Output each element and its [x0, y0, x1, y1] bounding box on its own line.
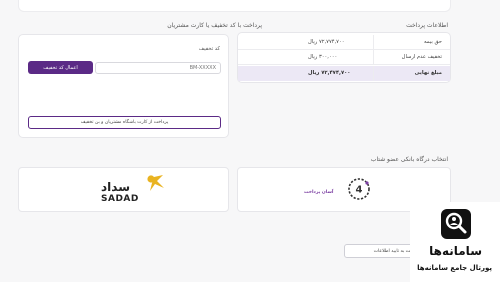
- sadad-latin-logo: SADAD: [101, 194, 139, 204]
- premium-value: ۷۲,۷۷۴,۷۰۰ ریال: [308, 39, 345, 45]
- payment-row-total: مبلغ نهایی ۷۲,۴۷۴,۷۰۰ ریال: [238, 66, 450, 81]
- sadad-star-icon: [147, 175, 164, 191]
- discount-code-label: کد تخفیف: [198, 46, 220, 52]
- watermark-brand: سامانه‌ها: [429, 244, 482, 258]
- discount-value: ۳۰۰,۰۰۰ ریال: [308, 54, 338, 60]
- magnifier-logo-icon: [441, 209, 471, 239]
- bank-gateway-title: انتخاب درگاه بانکی عضو شتاب: [370, 156, 448, 163]
- payment-row: تخفیف عدم ارسال ۳۰۰,۰۰۰ ریال: [238, 50, 450, 65]
- row-divider: [373, 66, 374, 81]
- discount-code-input[interactable]: [95, 62, 221, 74]
- payment-row: حق بیمه ۷۲,۷۷۴,۷۰۰ ریال: [238, 35, 450, 50]
- row-divider: [373, 35, 374, 49]
- premium-label: حق بیمه: [424, 39, 442, 45]
- row-divider: [373, 50, 374, 64]
- sadad-gateway-option[interactable]: سداد SADAD: [18, 167, 229, 212]
- payment-info-title: اطلاعات پرداخت: [406, 22, 448, 29]
- discount-label: تخفیف عدم ارسال: [401, 54, 442, 60]
- total-label: مبلغ نهایی: [414, 70, 442, 76]
- discount-section-title: پرداخت با کد تخفیف یا کارت مشتریان: [167, 22, 262, 29]
- top-bar: [18, 0, 451, 12]
- discount-card: کد تخفیف اعمال کد تخفیف پرداخت از کارت ب…: [18, 34, 229, 138]
- sadad-persian-logo: سداد: [101, 180, 131, 194]
- club-card-button[interactable]: پرداخت از کارت باشگاه مشتریان و بن تخفیف: [28, 116, 221, 129]
- svg-text:4: 4: [356, 185, 363, 196]
- apply-discount-button[interactable]: اعمال کد تخفیف: [28, 61, 93, 74]
- total-value: ۷۲,۴۷۴,۷۰۰ ریال: [308, 70, 351, 76]
- watermark-badge: سامانه‌ها پورتال جامع سامانه‌ها: [410, 202, 500, 282]
- asan-logo-icon: 4: [348, 178, 370, 200]
- asan-persian-logo: آسان پرداخت: [304, 190, 334, 195]
- payment-info-card: حق بیمه ۷۲,۷۷۴,۷۰۰ ریال تخفیف عدم ارسال …: [237, 32, 451, 83]
- watermark-tagline: پورتال جامع سامانه‌ها: [417, 264, 492, 272]
